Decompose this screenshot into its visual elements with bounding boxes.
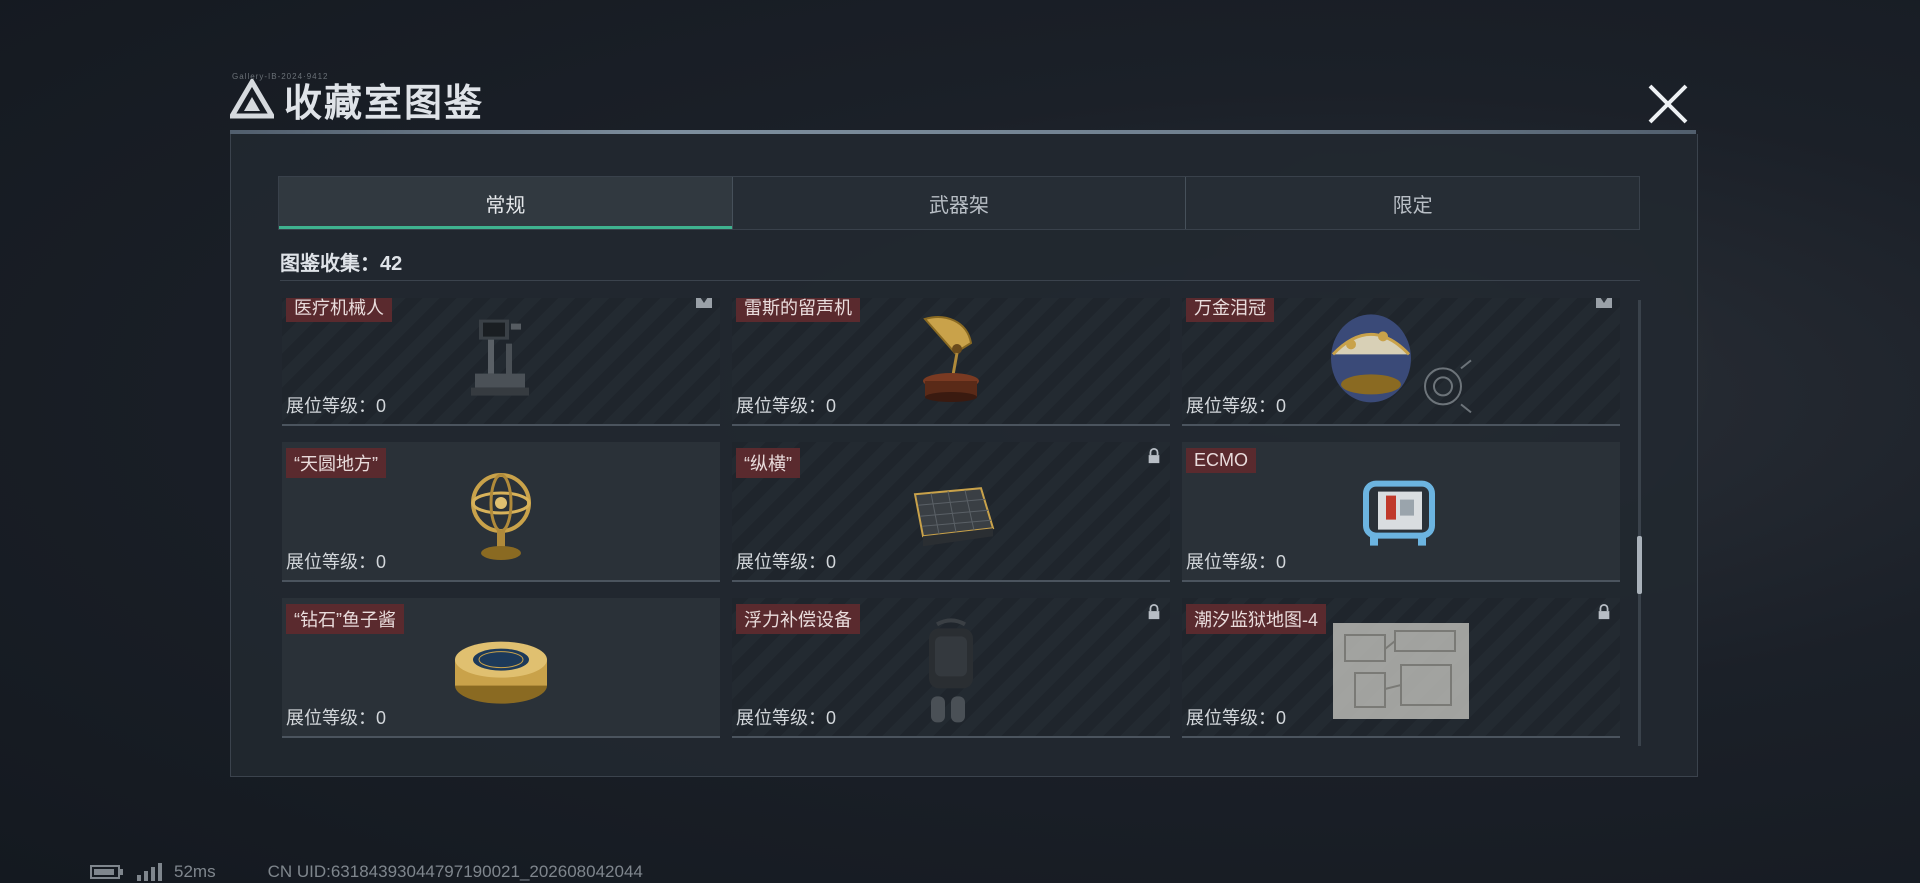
- item-card[interactable]: 潮汐监狱地图-4 展位等级：0: [1182, 598, 1620, 738]
- close-icon: [1648, 84, 1688, 124]
- item-name: 医疗机械人: [286, 298, 392, 322]
- tab-limited[interactable]: 限定: [1185, 177, 1639, 229]
- tab-bar: 常规 武器架 限定: [278, 176, 1640, 230]
- booth-level: 展位等级：0: [736, 708, 837, 728]
- chessboard-icon: [913, 487, 995, 547]
- item-card[interactable]: 浮力补偿设备 展位等级：0: [732, 598, 1170, 738]
- item-name: 雷斯的留声机: [736, 298, 860, 322]
- dropdown-triangle-icon: [696, 298, 712, 308]
- booth-level: 展位等级：0: [286, 396, 387, 416]
- buoyancy-device-icon: [929, 618, 973, 723]
- collection-count: 图鉴收集：42: [280, 247, 402, 276]
- gramophone-icon: [923, 316, 979, 402]
- item-name: “天圆地方”: [286, 448, 386, 478]
- item-card[interactable]: “天圆地方” 展位等级：0: [282, 442, 720, 582]
- item-name: 浮力补偿设备: [736, 604, 860, 634]
- item-name: ECMO: [1186, 448, 1256, 473]
- signal-icon: [137, 863, 162, 881]
- caviar-tin-icon: [455, 641, 547, 704]
- collection-label: 图鉴收集：: [280, 253, 380, 275]
- grid-scrollbar[interactable]: [1637, 300, 1642, 746]
- collection-number: 42: [380, 253, 403, 275]
- booth-level: 展位等级：0: [1186, 552, 1287, 572]
- header: 收藏室图鉴: [230, 74, 485, 125]
- item-name: 万金泪冠: [1186, 298, 1274, 322]
- item-card[interactable]: 医疗机械人 展位等级：0: [282, 298, 720, 426]
- uid-text: CN UID:63184393044797190021_202608042044: [267, 862, 643, 881]
- collection-divider: [280, 280, 1640, 281]
- delta-logo-icon: [230, 79, 274, 119]
- booth-level: 展位等级：0: [736, 396, 837, 416]
- item-card[interactable]: “纵横” 展位等级：0: [732, 442, 1170, 582]
- booth-level: 展位等级：0: [286, 552, 387, 572]
- lock-icon: [1598, 604, 1610, 620]
- jeweled-egg-icon: [1331, 314, 1472, 414]
- lock-icon: [1148, 604, 1160, 620]
- item-grid-viewport: 医疗机械人 展位等级：0 雷斯的留声机 展位等级：0 万金泪冠 展位等级：0 “…: [282, 298, 1628, 744]
- item-card[interactable]: 万金泪冠 展位等级：0: [1182, 298, 1620, 426]
- status-bar: 52ms CN UID:63184393044797190021_2026080…: [90, 862, 643, 882]
- armillary-sphere-icon: [471, 473, 531, 560]
- item-name: 潮汐监狱地图-4: [1186, 604, 1327, 634]
- close-button[interactable]: [1640, 78, 1696, 130]
- lock-icon: [1148, 448, 1160, 464]
- item-card[interactable]: ECMO 展位等级：0: [1182, 442, 1620, 582]
- booth-level: 展位等级：0: [736, 552, 837, 572]
- page-title: 收藏室图鉴: [284, 82, 485, 125]
- tab-regular[interactable]: 常规: [279, 177, 732, 229]
- dropdown-triangle-icon: [1596, 298, 1612, 308]
- item-grid: 医疗机械人 展位等级：0 雷斯的留声机 展位等级：0 万金泪冠 展位等级：0 “…: [282, 298, 1620, 738]
- ping-text: 52ms: [174, 862, 216, 881]
- booth-level: 展位等级：0: [1186, 708, 1287, 728]
- item-card[interactable]: “钻石”鱼子酱 展位等级：0: [282, 598, 720, 738]
- map-icon: [1333, 623, 1469, 719]
- scrollbar-thumb[interactable]: [1637, 536, 1642, 594]
- item-card[interactable]: 雷斯的留声机 展位等级：0: [732, 298, 1170, 426]
- ecmo-machine-icon: [1363, 480, 1435, 546]
- robot-icon: [471, 319, 529, 396]
- tab-weapon-rack[interactable]: 武器架: [731, 177, 1186, 229]
- booth-level: 展位等级：0: [286, 708, 387, 728]
- item-name: “纵横”: [736, 448, 800, 478]
- item-name: “钻石”鱼子酱: [286, 604, 404, 634]
- battery-icon: [90, 865, 123, 879]
- booth-level: 展位等级：0: [1186, 396, 1287, 416]
